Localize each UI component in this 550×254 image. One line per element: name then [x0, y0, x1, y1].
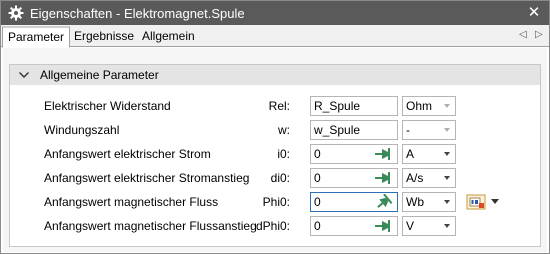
parameter-symbol: i0: [277, 147, 290, 161]
w-unit-select[interactable]: - [402, 120, 456, 140]
parameter-group: Allgemeine Parameter Elektrischer Widers… [9, 64, 541, 247]
chevron-down-icon [444, 224, 450, 228]
parameter-symbol: Rel: [268, 99, 290, 113]
parameter-row-di0: Anfangswert elektrischer Stromanstieg di… [10, 167, 540, 189]
group-header[interactable]: Allgemeine Parameter [10, 65, 540, 85]
close-icon: ✕ [527, 4, 541, 21]
w-value-field[interactable]: w_Spule [310, 120, 398, 140]
chevron-down-icon [444, 104, 450, 108]
parameter-symbol: Phi0: [262, 195, 290, 209]
parameter-label: Anfangswert elektrischer Stromanstieg [44, 171, 250, 185]
close-button[interactable]: ✕ [525, 4, 543, 22]
parameter-row-w: Windungszahl w: w_Spule - [10, 119, 540, 141]
pin-icon[interactable] [374, 218, 394, 234]
group-title: Allgemeine Parameter [40, 68, 159, 82]
tab-ergebnisse[interactable]: Ergebnisse [69, 27, 139, 47]
dphi0-unit-select[interactable]: V [402, 216, 456, 236]
tab-scroll-right-icon[interactable]: ▷ [535, 29, 543, 40]
chevron-down-icon [444, 152, 450, 156]
parameter-row-i0: Anfangswert elektrischer Strom i0: 0 A [10, 143, 540, 165]
parameter-label: Windungszahl [44, 123, 120, 137]
chevron-down-icon [444, 128, 450, 132]
pin-icon[interactable] [374, 170, 394, 186]
tab-allgemein[interactable]: Allgemein [137, 27, 200, 47]
chevron-down-icon[interactable] [18, 69, 30, 81]
parameter-label: Anfangswert elektrischer Strom [44, 147, 211, 161]
parameter-row-phi0: Anfangswert magnetischer Fluss Phi0: 0 W… [10, 191, 540, 213]
pin-icon[interactable] [374, 194, 394, 210]
tab-scroll-left-icon[interactable]: ◁ [519, 29, 527, 40]
chevron-down-icon [444, 200, 450, 204]
parameter-row-dphi0: Anfangswert magnetischer Flussanstieg dP… [10, 215, 540, 237]
properties-window: Eigenschaften - Elektromagnet.Spule ✕ Pa… [0, 0, 550, 254]
tab-content: Allgemeine Parameter Elektrischer Widers… [3, 48, 547, 252]
rel-value-field[interactable]: R_Spule [310, 96, 398, 116]
phi0-unit-select[interactable]: Wb [402, 192, 456, 212]
di0-unit-select[interactable]: A/s [402, 168, 456, 188]
window-title: Eigenschaften - Elektromagnet.Spule [30, 5, 245, 21]
parameter-label: Anfangswert magnetischer Flussanstieg [44, 219, 257, 233]
pin-icon[interactable] [374, 146, 394, 162]
parameter-label: Anfangswert magnetischer Fluss [44, 195, 219, 209]
i0-unit-select[interactable]: A [402, 144, 456, 164]
parameter-symbol: dPhi0: [255, 219, 290, 233]
title-bar: Eigenschaften - Elektromagnet.Spule ✕ [1, 1, 549, 25]
parameter-symbol: di0: [270, 171, 290, 185]
tab-bar: Parameter Ergebnisse Allgemein ◁ ▷ [1, 25, 549, 48]
parameter-label: Elektrischer Widerstand [44, 99, 171, 113]
tab-parameter[interactable]: Parameter [2, 26, 71, 48]
chevron-down-icon [491, 199, 499, 204]
formula-icon [466, 194, 486, 210]
formula-button[interactable] [465, 191, 505, 213]
chevron-down-icon [444, 176, 450, 180]
gear-icon [8, 5, 24, 21]
parameter-symbol: w: [278, 123, 290, 137]
rel-unit-select[interactable]: Ohm [402, 96, 456, 116]
parameter-row-rel: Elektrischer Widerstand Rel: R_Spule Ohm [10, 95, 540, 117]
